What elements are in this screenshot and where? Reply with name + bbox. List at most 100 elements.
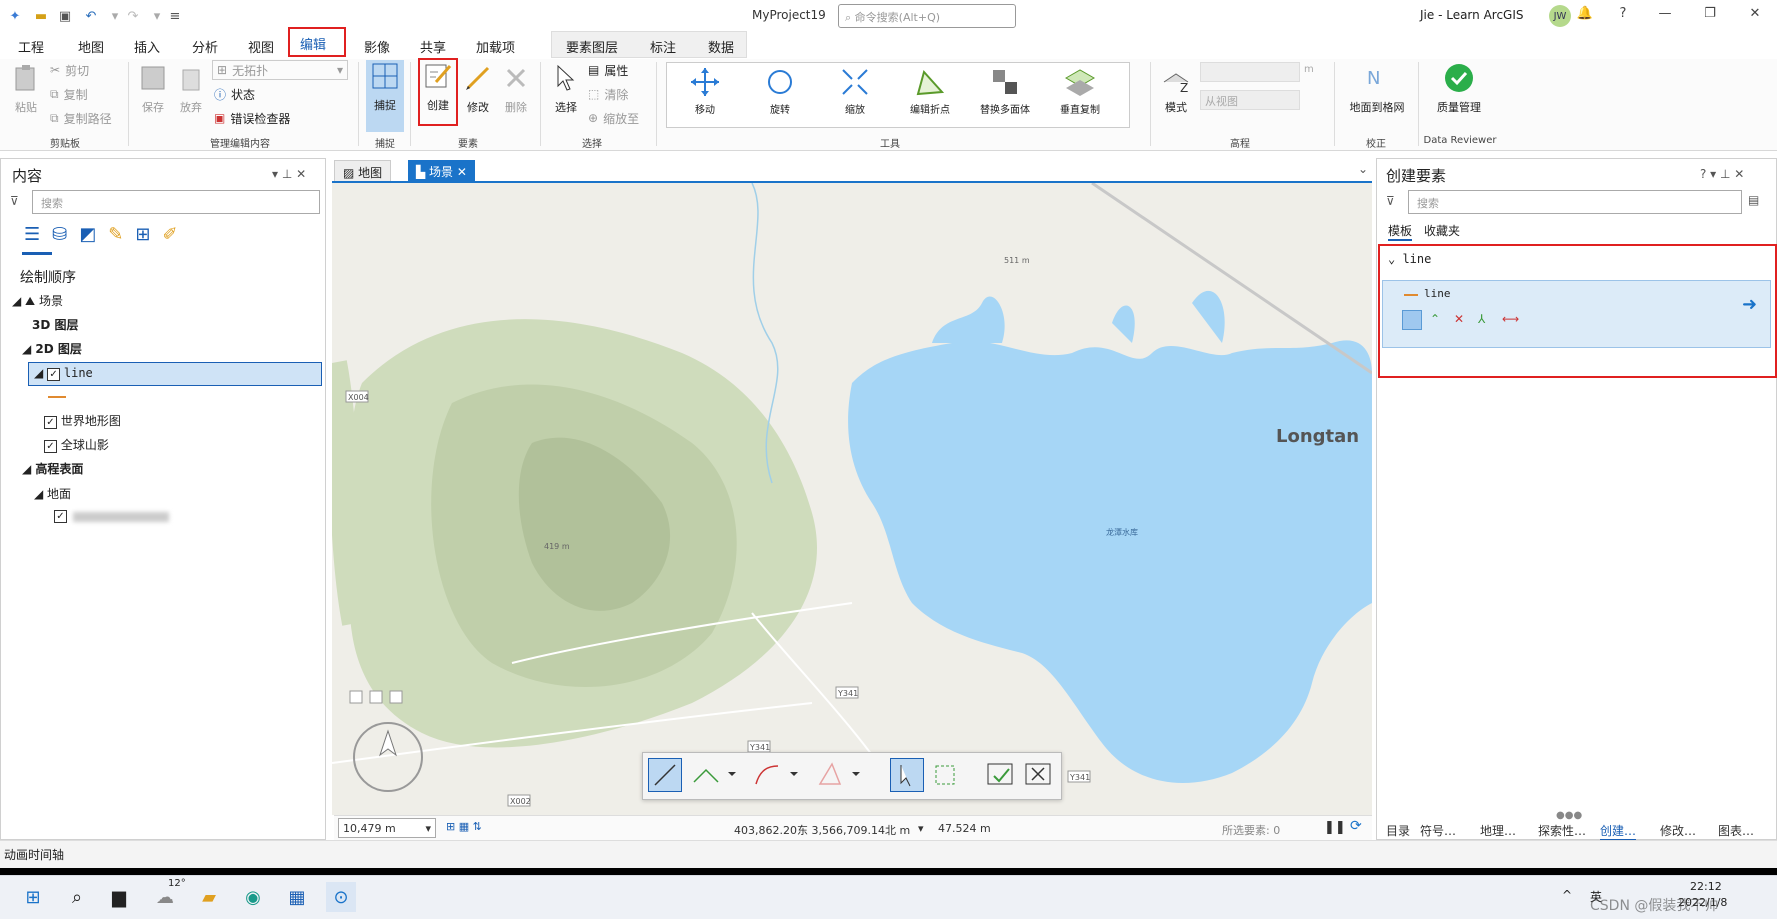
labeling-view-icon[interactable]: ✐ xyxy=(162,224,177,252)
trace-icon[interactable]: ⅄ xyxy=(1478,312,1485,326)
save-icon[interactable]: ▣ xyxy=(56,7,74,25)
more-dots-icon[interactable]: ●●● xyxy=(1556,810,1582,821)
intersect-icon[interactable]: ✕ xyxy=(1454,312,1464,326)
delete-button[interactable]: 删除 xyxy=(498,62,534,115)
tool-vertical-copy[interactable]: 垂直复制 xyxy=(1045,66,1115,116)
user-name[interactable]: Jie - Learn ArcGIS xyxy=(1420,8,1524,22)
chevron-down-icon[interactable]: ⌄ xyxy=(1358,162,1368,176)
tool-move[interactable]: 移动 xyxy=(670,66,740,116)
file-explorer-icon[interactable]: ▰ xyxy=(194,882,224,912)
animation-timeline-tab[interactable]: 动画时间轴 xyxy=(4,846,64,863)
tab-edit[interactable]: 编辑 xyxy=(288,27,346,57)
undo-icon[interactable]: ↶ xyxy=(82,7,100,25)
tab-catalog[interactable]: 目录 xyxy=(1386,822,1410,839)
tab-data[interactable]: 数据 xyxy=(698,32,744,58)
drawing-order-icon[interactable]: ☰ xyxy=(24,224,40,252)
template-search-input[interactable]: 搜索 xyxy=(1408,190,1742,214)
tab-feature-layer[interactable]: 要素图层 xyxy=(556,32,628,58)
tab-chart[interactable]: 图表… xyxy=(1718,822,1754,839)
tab-map[interactable]: 地图 xyxy=(68,32,114,58)
arrow-right-icon[interactable]: ➜ xyxy=(1742,294,1757,315)
arc-tool-button[interactable] xyxy=(752,758,802,792)
search-icon[interactable]: ⌕ xyxy=(62,882,92,912)
arcgis-pro-icon[interactable]: ⊙ xyxy=(326,882,356,912)
save-edits-button[interactable]: 保存 xyxy=(136,62,170,115)
refresh-icon[interactable]: ⟳ xyxy=(1350,818,1362,834)
tray-chevron-icon[interactable]: ^ xyxy=(1562,888,1572,902)
scale-input[interactable]: 10,479 m ▾ xyxy=(338,818,436,838)
tab-view[interactable]: 视图 xyxy=(238,32,284,58)
tab-modify[interactable]: 修改… xyxy=(1660,822,1696,839)
dropdown-icon[interactable]: ▾ xyxy=(106,7,124,25)
tab-symbology[interactable]: 符号… xyxy=(1420,822,1456,839)
line-tool-button[interactable] xyxy=(648,758,682,792)
pedestrian-icon[interactable] xyxy=(389,690,403,704)
tree-item-2d-layers[interactable]: ◢ 2D 图层 xyxy=(22,340,82,357)
status-button[interactable]: ⓘ 状态 xyxy=(214,84,255,104)
pane-options-icon[interactable]: ? ▾ ⊥ ✕ xyxy=(1700,167,1744,181)
polyline-icon[interactable]: ⌃ xyxy=(1430,312,1440,326)
tab-scene-view[interactable]: ▙ 场景 ✕ xyxy=(408,160,475,182)
line-layer-row[interactable]: ◢ ✓ line xyxy=(34,366,93,381)
tab-project[interactable]: 工程 xyxy=(8,32,54,58)
tab-explore[interactable]: 探索性… xyxy=(1538,822,1586,839)
selection-view-icon[interactable]: ◩ xyxy=(79,224,96,252)
copy-path-button[interactable]: ⧉ 复制路径 xyxy=(50,108,112,128)
create-button[interactable]: 创建 xyxy=(418,58,458,126)
ground-to-grid-button[interactable]: N 地面到格网 xyxy=(1342,62,1412,115)
template-group-header[interactable]: ⌄ line xyxy=(1388,252,1431,266)
error-inspector-button[interactable]: ▣ 错误检查器 xyxy=(214,108,290,128)
editing-view-icon[interactable]: ✎ xyxy=(108,224,123,252)
discard-edits-button[interactable]: 放弃 xyxy=(174,62,208,115)
tree-item-ground[interactable]: ◢ 地面 xyxy=(34,485,71,502)
elevation-value-input[interactable] xyxy=(1200,62,1300,82)
select-tool-button[interactable] xyxy=(890,758,924,792)
snap-button[interactable]: 捕捉 xyxy=(366,60,404,132)
scene-map[interactable]: X004 Longtan 龙潭水库 419 m 511 m Y341 Y341 … xyxy=(332,183,1372,815)
avatar[interactable]: JW xyxy=(1549,5,1571,27)
tab-addins[interactable]: 加载项 xyxy=(466,32,525,58)
grid-toggles[interactable]: ⊞ ▦ ⇅ xyxy=(446,820,482,833)
data-source-icon[interactable]: ⛁ xyxy=(52,224,67,252)
tab-templates[interactable]: 模板 xyxy=(1388,222,1413,241)
line-tool-icon[interactable] xyxy=(1402,310,1422,330)
clear-button[interactable]: ⬚ 清除 xyxy=(588,84,628,104)
reshape-tool-button[interactable] xyxy=(930,758,964,792)
task-view-icon[interactable]: ▆ xyxy=(104,882,134,912)
attributes-button[interactable]: ▤ 属性 xyxy=(588,60,628,80)
minimize-icon[interactable]: — xyxy=(1650,6,1680,26)
tree-item-elevation-source[interactable]: ✓ xyxy=(54,510,169,523)
tab-create[interactable]: 创建… xyxy=(1600,822,1637,841)
notification-icon[interactable]: 🔔 xyxy=(1570,6,1600,26)
open-icon[interactable]: ▬ xyxy=(32,7,50,25)
zoom-to-button[interactable]: ⊕ 缩放至 xyxy=(588,108,639,128)
command-search-input[interactable]: ⌕ 命令搜索(Alt+Q) xyxy=(838,4,1016,28)
tab-geoprocessing[interactable]: 地理… xyxy=(1480,822,1516,839)
copy-button[interactable]: ⧉ 复制 xyxy=(50,84,88,104)
redo-icon[interactable]: ↷ xyxy=(124,7,142,25)
tab-map-view[interactable]: ▨ 地图 xyxy=(334,160,392,182)
tab-imagery[interactable]: 影像 xyxy=(354,32,400,58)
checkbox[interactable]: ✓ xyxy=(47,368,61,381)
pane-options-icon[interactable]: ▾ ⊥ ✕ xyxy=(272,167,306,181)
tree-item-hillshade[interactable]: ✓ 全球山影 xyxy=(44,436,109,453)
right-angle-icon[interactable]: ⟷ xyxy=(1502,312,1519,326)
topology-dropdown[interactable]: ⊞ 无拓扑 ▾ xyxy=(212,60,348,80)
filter-icon[interactable]: ⊽ xyxy=(1386,194,1395,208)
contents-search-input[interactable]: 搜索 xyxy=(32,190,320,214)
tool-edit-vertices[interactable]: 编辑折点 xyxy=(895,66,965,116)
tree-item-elevation-surfaces[interactable]: ◢ 高程表面 xyxy=(22,460,83,477)
windows-start-icon[interactable]: ⊞ xyxy=(18,882,48,912)
tab-share[interactable]: 共享 xyxy=(410,32,456,58)
tool-replace-multipatch[interactable]: 替换多面体 xyxy=(970,66,1040,116)
tool-scale[interactable]: 缩放 xyxy=(820,66,890,116)
checkbox[interactable]: ✓ xyxy=(44,416,57,429)
customize-icon[interactable]: ≡ xyxy=(166,7,184,25)
restore-icon[interactable]: ❐ xyxy=(1695,6,1725,26)
modify-button[interactable]: 修改 xyxy=(460,62,496,115)
polyline-tool-button[interactable] xyxy=(690,758,740,792)
from-view-button[interactable]: 从视图 xyxy=(1200,90,1300,110)
tab-labeling[interactable]: 标注 xyxy=(640,32,686,58)
tab-favorites[interactable]: 收藏夹 xyxy=(1424,222,1460,239)
tab-analysis[interactable]: 分析 xyxy=(182,32,228,58)
